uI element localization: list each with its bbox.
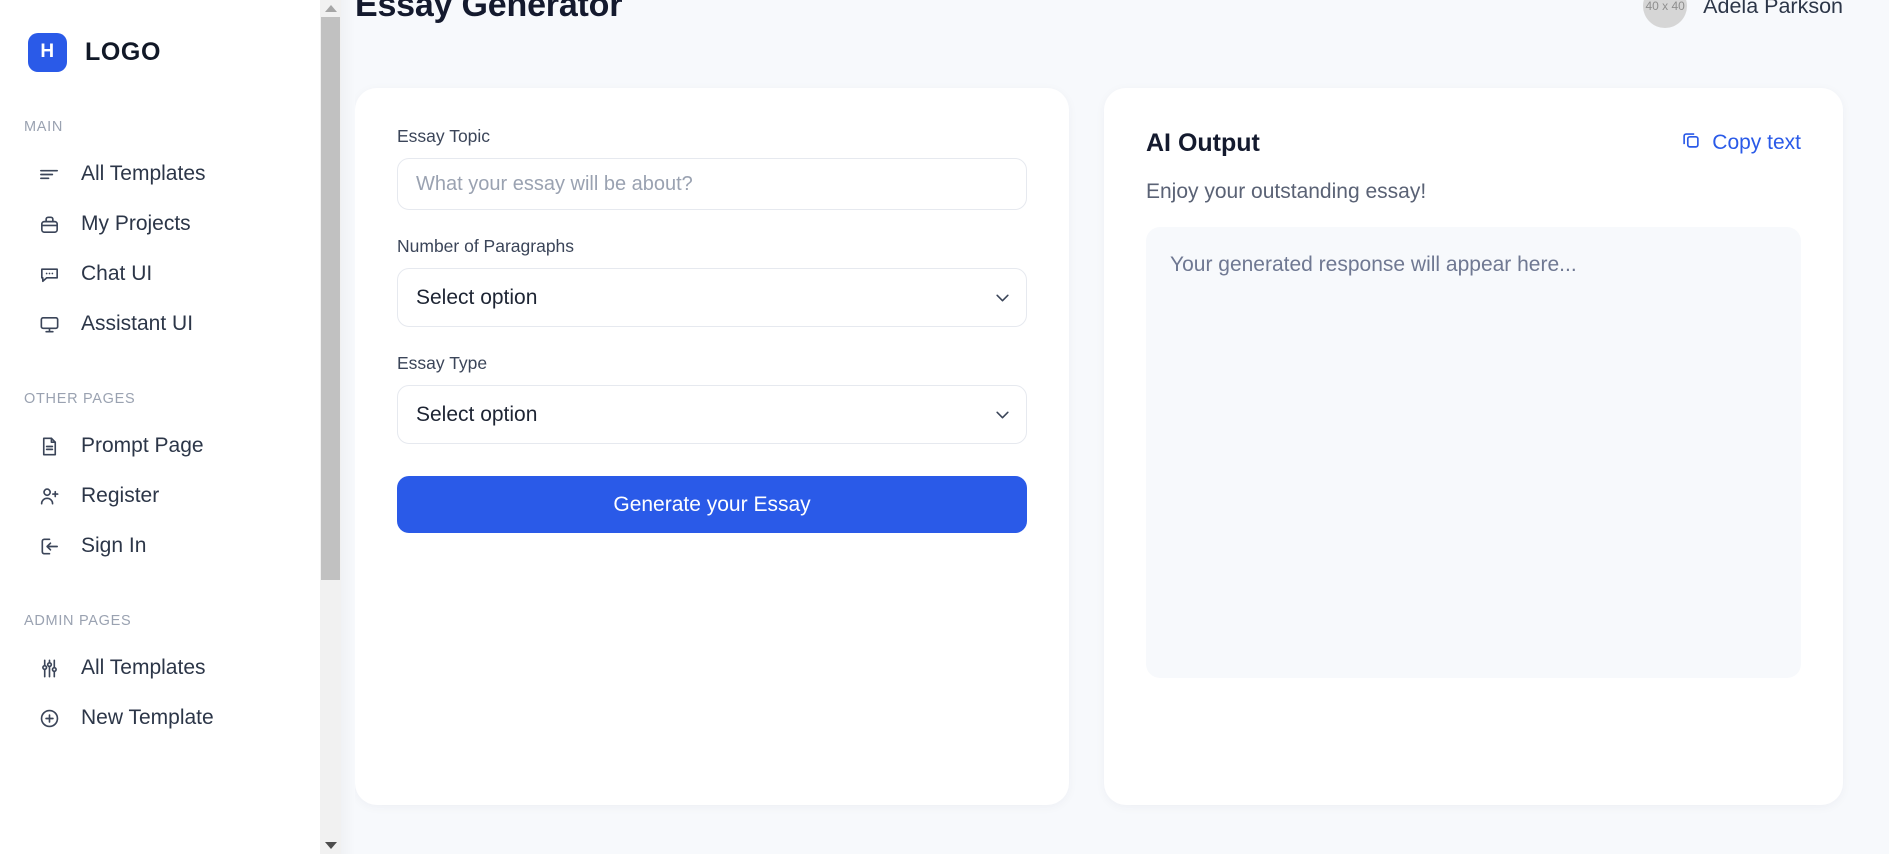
monitor-icon xyxy=(38,313,61,336)
copy-icon xyxy=(1680,129,1702,157)
essay-type-select-wrap: Select option xyxy=(397,385,1027,444)
sidebar-item-new-template[interactable]: New Template xyxy=(0,693,320,743)
scroll-down-arrow-icon[interactable] xyxy=(320,837,341,854)
sign-in-icon xyxy=(38,535,61,558)
scroll-up-arrow-icon[interactable] xyxy=(320,0,341,17)
sidebar-item-label: All Templates xyxy=(81,656,206,679)
app-root: H LOGO MAIN All Templates My Projects Ch… xyxy=(0,0,1889,854)
nav-list-admin: All Templates New Template xyxy=(0,643,320,743)
sidebar-content: H LOGO MAIN All Templates My Projects Ch… xyxy=(0,0,320,743)
sidebar-item-all-templates[interactable]: All Templates xyxy=(0,149,320,199)
essay-type-label: Essay Type xyxy=(397,353,488,373)
copy-text-label: Copy text xyxy=(1712,131,1801,154)
ai-output-textarea[interactable]: Your generated response will appear here… xyxy=(1146,227,1801,678)
sidebar-item-admin-all-templates[interactable]: All Templates xyxy=(0,643,320,693)
user-plus-icon xyxy=(38,485,61,508)
scrollbar-thumb[interactable] xyxy=(321,17,340,580)
plus-circle-icon xyxy=(38,707,61,730)
essay-type-select[interactable]: Select option xyxy=(397,385,1027,444)
nav-section-title-other-pages: OTHER PAGES xyxy=(24,391,136,407)
brand-name: LOGO xyxy=(85,37,162,66)
list-lines-icon xyxy=(38,163,61,186)
chat-bubble-icon xyxy=(38,263,61,286)
ai-output-card: AI Output Copy text Enjoy your outstandi… xyxy=(1104,88,1843,805)
sidebar-item-prompt-page[interactable]: Prompt Page xyxy=(0,421,320,471)
essay-topic-label: Essay Topic xyxy=(397,126,491,146)
paragraphs-select-wrap: Select option xyxy=(397,268,1027,327)
field-essay-type: Essay Type Select option xyxy=(397,353,1027,444)
sidebar-item-label: Sign In xyxy=(81,534,147,557)
sidebar-item-assistant-ui[interactable]: Assistant UI xyxy=(0,299,320,349)
nav-section-title-admin-pages: ADMIN PAGES xyxy=(24,613,132,629)
brand-logo[interactable]: H LOGO xyxy=(0,22,320,82)
panels-row: Essay Topic Number of Paragraphs Select … xyxy=(355,88,1889,805)
sliders-icon xyxy=(38,657,61,680)
sidebar-item-register[interactable]: Register xyxy=(0,471,320,521)
sidebar-item-label: Assistant UI xyxy=(81,312,194,335)
ai-output-placeholder: Your generated response will appear here… xyxy=(1170,253,1577,276)
copy-text-button[interactable]: Copy text xyxy=(1680,129,1801,157)
field-number-of-paragraphs: Number of Paragraphs Select option xyxy=(397,236,1027,327)
nav-list-main: All Templates My Projects Chat UI Assist… xyxy=(0,149,320,349)
sidebar-item-sign-in[interactable]: Sign In xyxy=(0,521,320,571)
sidebar-item-label: Prompt Page xyxy=(81,434,204,457)
page-title: Essay Generator xyxy=(355,0,623,24)
briefcase-icon xyxy=(38,213,61,236)
nav-section-title-main: MAIN xyxy=(24,119,64,135)
paragraphs-select[interactable]: Select option xyxy=(397,268,1027,327)
sidebar-item-label: My Projects xyxy=(81,212,191,235)
sidebar: H LOGO MAIN All Templates My Projects Ch… xyxy=(0,0,320,854)
user-name: Adela Parkson xyxy=(1703,0,1843,18)
sidebar-item-label: All Templates xyxy=(81,162,206,185)
generate-essay-button[interactable]: Generate your Essay xyxy=(397,476,1027,533)
avatar: 40 x 40 xyxy=(1643,0,1688,28)
sidebar-item-label: Register xyxy=(81,484,160,507)
sidebar-scrollbar[interactable] xyxy=(320,0,341,854)
ai-output-header: AI Output Copy text xyxy=(1146,126,1801,160)
essay-topic-input[interactable] xyxy=(397,158,1027,210)
sidebar-edge-shadow xyxy=(341,0,355,854)
essay-form-card: Essay Topic Number of Paragraphs Select … xyxy=(355,88,1069,805)
paragraphs-label: Number of Paragraphs xyxy=(397,236,575,256)
ai-output-title: AI Output xyxy=(1146,128,1260,157)
sidebar-item-label: Chat UI xyxy=(81,262,153,285)
nav-list-other: Prompt Page Register Sign In xyxy=(0,421,320,571)
logo-h-icon: H xyxy=(28,32,67,72)
user-profile[interactable]: 40 x 40 Adela Parkson xyxy=(1643,0,1843,28)
sidebar-item-my-projects[interactable]: My Projects xyxy=(0,199,320,249)
sidebar-item-label: New Template xyxy=(81,706,214,729)
field-essay-topic: Essay Topic xyxy=(397,126,1027,210)
sidebar-item-chat-ui[interactable]: Chat UI xyxy=(0,249,320,299)
topbar: Essay Generator 40 x 40 Adela Parkson xyxy=(355,0,1889,88)
main-content: Essay Generator 40 x 40 Adela Parkson Es… xyxy=(320,0,1889,854)
document-icon xyxy=(38,435,61,458)
ai-output-subtitle: Enjoy your outstanding essay! xyxy=(1146,180,1427,203)
